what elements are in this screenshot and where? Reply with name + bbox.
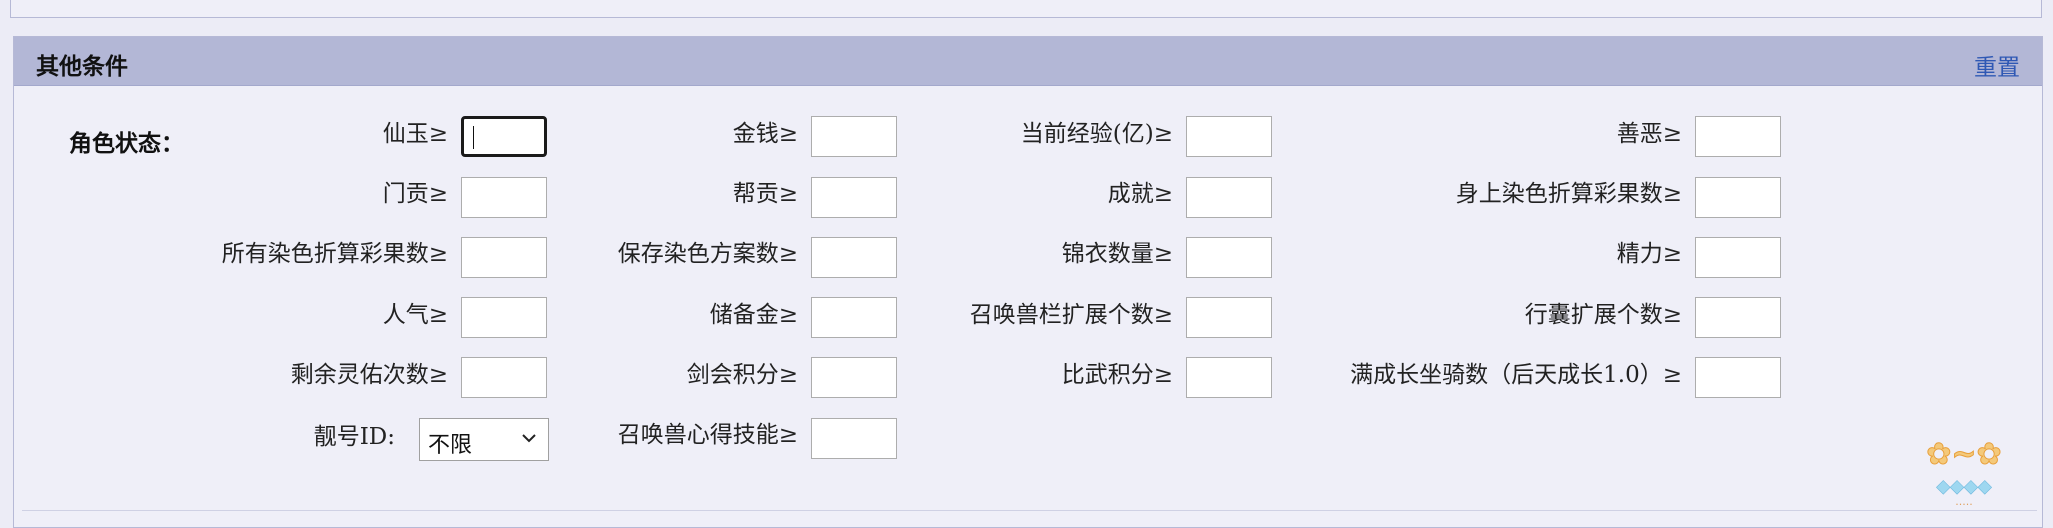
input-worn-dye-fruits[interactable] (1695, 177, 1781, 218)
panel-header: 其他条件 重置 (14, 37, 2042, 86)
label-saved-dye-schemes: 保存染色方案数≥ (617, 241, 798, 267)
label-guild-contribution: 帮贡≥ (732, 181, 798, 207)
label-pretty-id: 靓号ID: (313, 424, 395, 450)
input-guild-contribution[interactable] (811, 177, 897, 218)
label-karma: 善恶≥ (1616, 121, 1682, 147)
input-outfit-count[interactable] (1186, 237, 1272, 278)
input-xianyu[interactable] (461, 116, 547, 157)
input-karma[interactable] (1695, 116, 1781, 157)
other-conditions-panel: 其他条件 重置 (13, 36, 2043, 528)
label-xianyu: 仙玉≥ (382, 121, 448, 147)
input-max-growth-mounts[interactable] (1695, 357, 1781, 398)
label-money: 金钱≥ (732, 121, 798, 147)
svg-text:·····: ····· (1955, 498, 1972, 511)
label-max-growth-mounts: 满成长坐骑数（后天成长1.0）≥ (1350, 362, 1682, 388)
label-school-contribution: 门贡≥ (382, 181, 448, 207)
input-bag-expansions[interactable] (1695, 297, 1781, 338)
input-all-dye-fruits[interactable] (461, 237, 547, 278)
label-sword-points: 剑会积分≥ (686, 362, 798, 388)
label-all-dye-fruits: 所有染色折算彩果数≥ (221, 241, 448, 267)
label-popularity: 人气≥ (382, 302, 448, 328)
text-caret (473, 126, 474, 149)
label-duel-points: 比武积分≥ (1061, 362, 1173, 388)
bottom-divider (22, 510, 2037, 511)
input-achievement[interactable] (1186, 177, 1272, 218)
panel-title: 其他条件 (36, 53, 128, 80)
label-current-exp: 当前经验(亿)≥ (1020, 121, 1173, 147)
chevron-down-icon (522, 434, 536, 443)
label-achievement: 成就≥ (1107, 181, 1173, 207)
input-pet-insight-skills[interactable] (811, 418, 897, 459)
input-pet-slot-expansions[interactable] (1186, 297, 1272, 338)
input-school-contribution[interactable] (461, 177, 547, 218)
label-energy: 精力≥ (1616, 241, 1682, 267)
label-worn-dye-fruits: 身上染色折算彩果数≥ (1455, 181, 1682, 207)
svg-text:✿~✿: ✿~✿ (1926, 437, 2001, 472)
section-label-role-status: 角色状态： (69, 130, 184, 157)
input-money[interactable] (811, 116, 897, 157)
label-pet-insight-skills: 召唤兽心得技能≥ (617, 422, 798, 448)
label-reserve-gold: 储备金≥ (709, 302, 798, 328)
input-sword-points[interactable] (811, 357, 897, 398)
svg-text:◆◆◆◆: ◆◆◆◆ (1936, 476, 1992, 497)
label-remaining-blessings: 剩余灵佑次数≥ (290, 362, 448, 388)
reset-link[interactable]: 重置 (1974, 48, 2020, 82)
input-energy[interactable] (1695, 237, 1781, 278)
previous-panel (10, 0, 2042, 18)
input-current-exp[interactable] (1186, 116, 1272, 157)
pretty-id-select[interactable]: 不限 (419, 418, 549, 461)
label-outfit-count: 锦衣数量≥ (1061, 241, 1173, 267)
input-popularity[interactable] (461, 297, 547, 338)
game-logo: ✿~✿ ◆◆◆◆ ····· (1926, 437, 2002, 512)
label-bag-expansions: 行囊扩展个数≥ (1524, 302, 1682, 328)
input-saved-dye-schemes[interactable] (811, 237, 897, 278)
input-duel-points[interactable] (1186, 357, 1272, 398)
input-remaining-blessings[interactable] (461, 357, 547, 398)
input-reserve-gold[interactable] (811, 297, 897, 338)
pretty-id-selected: 不限 (428, 433, 473, 458)
label-pet-slot-expansions: 召唤兽栏扩展个数≥ (969, 302, 1173, 328)
